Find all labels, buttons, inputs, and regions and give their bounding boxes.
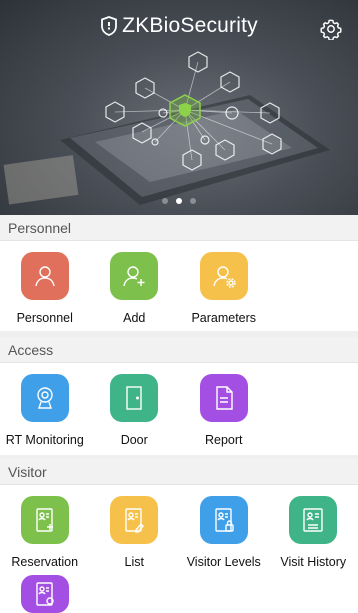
door-icon — [126, 386, 142, 410]
badge-history-icon — [303, 508, 323, 532]
carousel-dot-active[interactable] — [176, 198, 182, 204]
report-label: Report — [204, 433, 243, 447]
report-tile[interactable] — [199, 374, 248, 422]
list-button[interactable]: List — [90, 485, 180, 573]
personnel-tile[interactable] — [20, 252, 69, 300]
report-icon — [216, 386, 233, 410]
person-add-icon — [123, 266, 145, 287]
personnel-label: Personnel — [16, 311, 73, 325]
carousel-indicator[interactable] — [0, 198, 358, 204]
parameters-button[interactable]: Parameters — [179, 241, 269, 331]
badge-edit-icon — [125, 508, 145, 533]
personnel-button[interactable]: Personnel — [0, 241, 90, 331]
rt-monitoring-tile[interactable] — [20, 374, 69, 422]
access-section: Access RT Monitoring Door Report — [0, 337, 358, 461]
hero-banner[interactable]: ZKBioSecurity — [0, 0, 358, 215]
reservation-button[interactable]: Reservation — [0, 485, 90, 573]
gear-icon[interactable] — [320, 18, 342, 40]
section-title-access: Access — [0, 337, 358, 363]
person-icon — [35, 266, 55, 287]
visitor-settings-tile[interactable] — [20, 575, 69, 613]
section-title-visitor: Visitor — [0, 459, 358, 485]
carousel-dot[interactable] — [190, 198, 196, 204]
door-tile[interactable] — [110, 374, 159, 422]
app-brand: ZKBioSecurity — [0, 14, 358, 38]
list-tile[interactable] — [110, 496, 159, 544]
visitor-section: Visitor Reservation List Visitor Levels … — [0, 459, 358, 613]
badge-add-icon — [36, 508, 53, 532]
add-label: Add — [123, 311, 146, 325]
shield-logo-icon — [101, 16, 118, 36]
section-title-personnel: Personnel — [0, 215, 358, 241]
visit-history-label: Visit History — [280, 555, 347, 569]
reservation-label: Reservation — [11, 555, 79, 569]
parameters-label: Parameters — [191, 311, 257, 325]
personnel-section: Personnel Personnel Add Parameters — [0, 215, 358, 337]
badge-lock-icon — [215, 508, 234, 532]
parameters-tile[interactable] — [199, 252, 248, 300]
report-button[interactable]: Report — [179, 363, 269, 455]
visit-history-tile[interactable] — [289, 496, 338, 544]
visitor-settings-button[interactable] — [0, 573, 90, 613]
rt-monitoring-label: RT Monitoring — [5, 433, 84, 447]
list-label: List — [124, 555, 144, 569]
visitor-levels-label: Visitor Levels — [186, 555, 261, 569]
visitor-levels-tile[interactable] — [199, 496, 248, 544]
reservation-tile[interactable] — [20, 496, 69, 544]
door-label: Door — [120, 433, 148, 447]
rt-monitoring-button[interactable]: RT Monitoring — [0, 363, 90, 455]
add-tile[interactable] — [110, 252, 159, 300]
add-person-button[interactable]: Add — [90, 241, 180, 331]
brand-name: ZKBioSecurity — [122, 14, 258, 37]
webcam-icon — [37, 387, 53, 409]
badge-settings-icon — [36, 582, 54, 606]
person-settings-icon — [213, 266, 236, 288]
visitor-levels-button[interactable]: Visitor Levels — [179, 485, 269, 573]
carousel-dot[interactable] — [162, 198, 168, 204]
visit-history-button[interactable]: Visit History — [269, 485, 358, 573]
door-button[interactable]: Door — [90, 363, 180, 455]
